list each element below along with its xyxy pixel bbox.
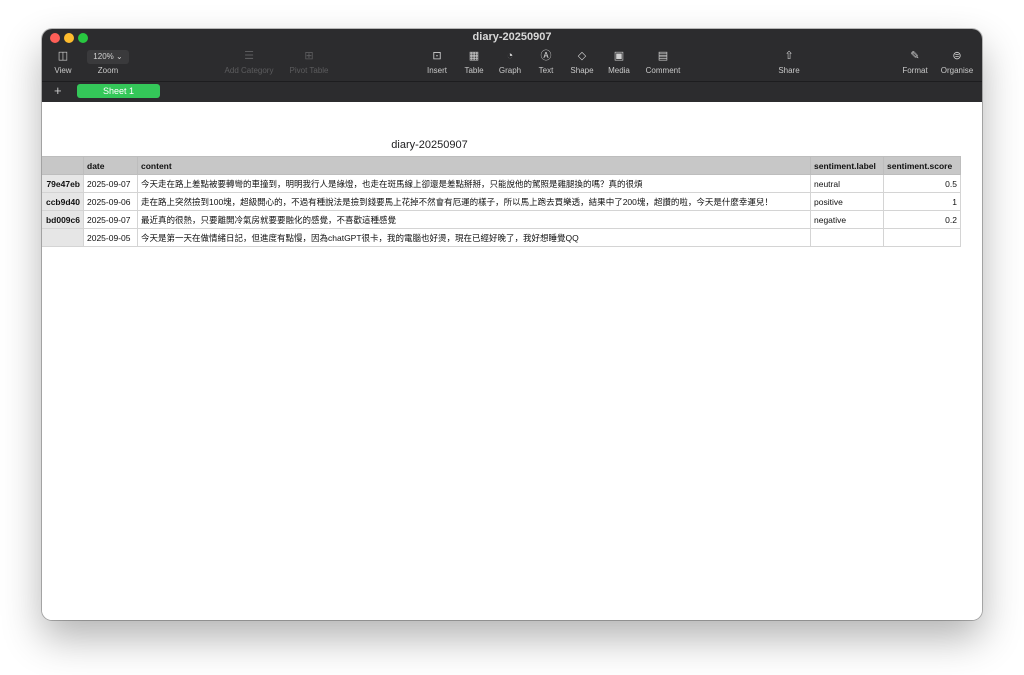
sentiment-score-cell[interactable]: 1 xyxy=(883,192,961,211)
organise-button[interactable]: ⊜ Organise xyxy=(938,49,976,75)
table-icon: ▦ xyxy=(468,50,480,62)
insert-icon: ⊡ xyxy=(432,50,442,62)
insert-button[interactable]: ⊡ Insert xyxy=(424,49,450,75)
sidebar-icon: ◫ xyxy=(57,50,69,62)
sentiment-label-cell[interactable]: negative xyxy=(810,210,884,229)
shape-button[interactable]: ◇ Shape xyxy=(568,49,596,75)
graph-icon: ◔ xyxy=(506,50,514,62)
sentiment-score-cell[interactable] xyxy=(883,228,961,247)
table-row: ccb9d40 2025-09-06 走在路上突然撿到100塊，超級開心的，不過… xyxy=(42,192,961,211)
sheet-canvas: diary-20250907 date content sentiment.la… xyxy=(42,102,982,620)
sheet-bar: + Sheet 1 xyxy=(42,81,982,102)
list-icon: ☰ xyxy=(244,50,254,62)
text-box-icon: Ⓐ xyxy=(540,50,552,62)
column-header-sentiment-label[interactable]: sentiment.label xyxy=(810,156,884,175)
column-header-id[interactable] xyxy=(42,156,84,175)
add-category-button[interactable]: ☰ Add Category xyxy=(220,49,278,75)
table-header-row: date content sentiment.label sentiment.s… xyxy=(42,156,961,175)
row-id-cell[interactable]: ccb9d40 xyxy=(42,192,84,211)
table-row: 2025-09-05 今天是第一天在做情緒日記，但進度有點慢，因為chatGPT… xyxy=(42,228,961,247)
window-title: diary-20250907 xyxy=(472,31,552,43)
title-bar: diary-20250907 xyxy=(42,29,982,46)
data-table: date content sentiment.label sentiment.s… xyxy=(42,156,961,247)
toolbar: ◫ View 120% ⌄ Zoom ☰ Add Category ⊞ Pivo… xyxy=(42,46,982,81)
zoom-button[interactable]: 120% ⌄ Zoom xyxy=(86,49,130,75)
shape-icon: ◇ xyxy=(577,50,587,62)
column-header-content[interactable]: content xyxy=(137,156,811,175)
table-title: diary-20250907 xyxy=(391,139,468,151)
content-cell[interactable]: 走在路上突然撿到100塊，超級開心的，不過有種說法是撿到錢要馬上花掉不然會有厄運… xyxy=(137,192,811,211)
view-button[interactable]: ◫ View xyxy=(50,49,76,75)
pivot-icon: ⊞ xyxy=(304,50,314,62)
content-cell[interactable]: 今天走在路上差點被要轉彎的車撞到，明明我行人是綠燈，也走在斑馬線上卻還是差點掰掰… xyxy=(137,174,811,193)
app-window: diary-20250907 ◫ View 120% ⌄ Zoom ☰ Add … xyxy=(42,29,982,620)
table-row: 79e47eb 2025-09-07 今天走在路上差點被要轉彎的車撞到，明明我行… xyxy=(42,174,961,193)
column-header-sentiment-score[interactable]: sentiment.score xyxy=(883,156,961,175)
tab-sheet-1[interactable]: Sheet 1 xyxy=(77,84,160,98)
sentiment-label-cell[interactable] xyxy=(810,228,884,247)
sentiment-score-cell[interactable]: 0.2 xyxy=(883,210,961,229)
row-id-cell[interactable] xyxy=(42,228,84,247)
organise-icon: ⊜ xyxy=(952,50,962,62)
column-header-date[interactable]: date xyxy=(83,156,138,175)
graph-button[interactable]: ◔ Graph xyxy=(496,49,524,75)
date-cell[interactable]: 2025-09-06 xyxy=(83,192,138,211)
paintbrush-icon: ✎ xyxy=(910,50,920,62)
share-icon: ⇧ xyxy=(784,50,794,62)
date-cell[interactable]: 2025-09-05 xyxy=(83,228,138,247)
content-cell[interactable]: 最近真的很熱，只要離開冷氣房就要要融化的感覺，不喜歡這種感覺 xyxy=(137,210,811,229)
media-button[interactable]: ▣ Media xyxy=(605,49,633,75)
row-id-cell[interactable]: 79e47eb xyxy=(42,174,84,193)
content-cell[interactable]: 今天是第一天在做情緒日記，但進度有點慢，因為chatGPT很卡，我的電腦也好燙，… xyxy=(137,228,811,247)
add-sheet-button[interactable]: + xyxy=(54,84,62,98)
table-row: bd009c6 2025-09-07 最近真的很熱，只要離開冷氣房就要要融化的感… xyxy=(42,210,961,229)
zoom-select[interactable]: 120% ⌄ xyxy=(87,50,129,64)
sentiment-score-cell[interactable]: 0.5 xyxy=(883,174,961,193)
date-cell[interactable]: 2025-09-07 xyxy=(83,174,138,193)
share-button[interactable]: ⇧ Share xyxy=(774,49,804,75)
sentiment-label-cell[interactable]: positive xyxy=(810,192,884,211)
comment-button[interactable]: ▤ Comment xyxy=(642,49,684,75)
table-button[interactable]: ▦ Table xyxy=(462,49,486,75)
comment-icon: ▤ xyxy=(657,50,669,62)
text-button[interactable]: Ⓐ Text xyxy=(534,49,558,75)
date-cell[interactable]: 2025-09-07 xyxy=(83,210,138,229)
pivot-table-button[interactable]: ⊞ Pivot Table xyxy=(284,49,334,75)
row-id-cell[interactable]: bd009c6 xyxy=(42,210,84,229)
format-button[interactable]: ✎ Format xyxy=(900,49,930,75)
sentiment-label-cell[interactable]: neutral xyxy=(810,174,884,193)
media-icon: ▣ xyxy=(613,50,625,62)
